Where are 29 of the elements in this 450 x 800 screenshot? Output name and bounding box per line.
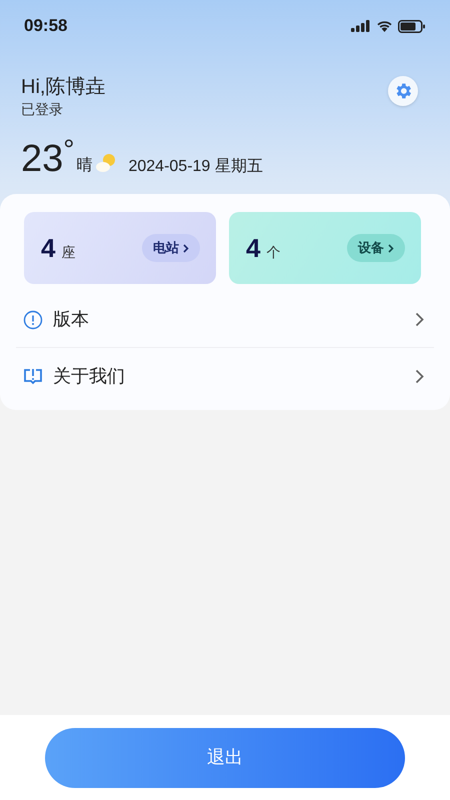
info-icon	[23, 310, 43, 330]
stat-count: 4	[41, 232, 56, 264]
book-icon	[23, 367, 43, 385]
status-time: 09:58	[24, 15, 68, 38]
temperature: 23	[21, 140, 64, 178]
menu-item[interactable]: 版本	[16, 292, 434, 348]
stat-link-button[interactable]: 设备	[347, 234, 405, 262]
chevron-right-icon	[183, 244, 189, 252]
weather-condition: 晴	[76, 156, 92, 176]
wifi-icon	[376, 20, 393, 32]
stat-unit: 个	[266, 242, 280, 262]
signal-icon	[351, 20, 371, 32]
menu-label: 版本	[53, 308, 90, 331]
stat-count: 4	[246, 232, 260, 264]
chevron-right-icon	[415, 312, 424, 327]
login-status: 已登录	[21, 100, 64, 118]
menu-item[interactable]: 关于我们	[16, 348, 434, 404]
menu-label: 关于我们	[53, 364, 126, 388]
degree-sign: °	[63, 136, 74, 164]
stat-link-button[interactable]: 电站	[142, 234, 200, 262]
chevron-right-icon	[415, 368, 424, 384]
stat-card[interactable]: 4 个 设备	[229, 212, 421, 284]
greeting: Hi,陈博垚	[21, 75, 106, 100]
settings-button[interactable]	[388, 76, 418, 106]
date-text: 2024-05-19 星期五	[128, 157, 263, 177]
battery-icon	[398, 20, 426, 32]
stat-unit: 座	[61, 242, 76, 262]
stat-card[interactable]: 4 座 电站	[24, 212, 216, 284]
chevron-right-icon	[388, 244, 394, 252]
